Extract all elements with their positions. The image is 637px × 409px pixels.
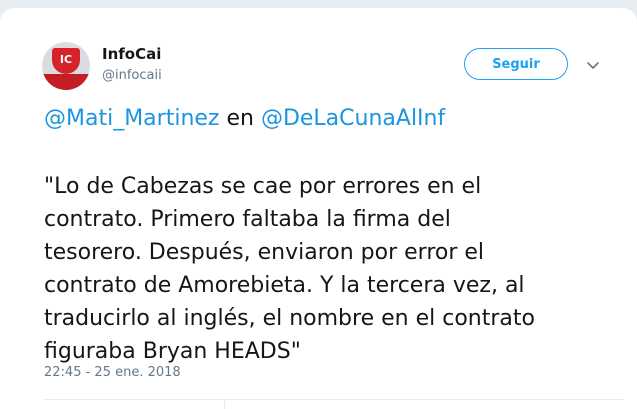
chevron-down-icon[interactable] [584, 56, 602, 74]
follow-button[interactable]: Seguir [464, 48, 568, 80]
tweet-text-line: "Lo de Cabezas se cae por errores en el [44, 174, 482, 199]
mention-link[interactable]: @DeLaCunaAlInf [261, 106, 445, 131]
author-handle[interactable]: @infocaii [102, 68, 162, 83]
tweet-text-line: tesorero. Después, enviaron por error el [44, 240, 485, 265]
mention-connector: en [219, 106, 261, 131]
avatar-logo: IC [52, 48, 80, 74]
reply-context: @Mati_Martinez en @DeLaCunaAlInf [44, 106, 445, 131]
divider [44, 399, 624, 400]
tweet-text-line: contrato. Primero faltaba la firma del [44, 207, 451, 232]
tweet-text-line: traducirlo al inglés, el nombre en el co… [44, 306, 535, 331]
tweet-text-line: contrato de Amorebieta. Y la tercera vez… [44, 273, 525, 298]
author-name[interactable]: InfoCai [102, 45, 161, 63]
tweet-timestamp[interactable]: 22:45 - 25 ene. 2018 [44, 365, 181, 380]
divider-tick [224, 399, 225, 409]
avatar-stripe [42, 74, 90, 90]
mention-link[interactable]: @Mati_Martinez [44, 106, 219, 131]
tweet-text-line: figuraba Bryan HEADS" [44, 339, 301, 364]
avatar[interactable]: IC [42, 42, 90, 90]
tweet-text: "Lo de Cabezas se cae por errores en el … [44, 170, 624, 368]
